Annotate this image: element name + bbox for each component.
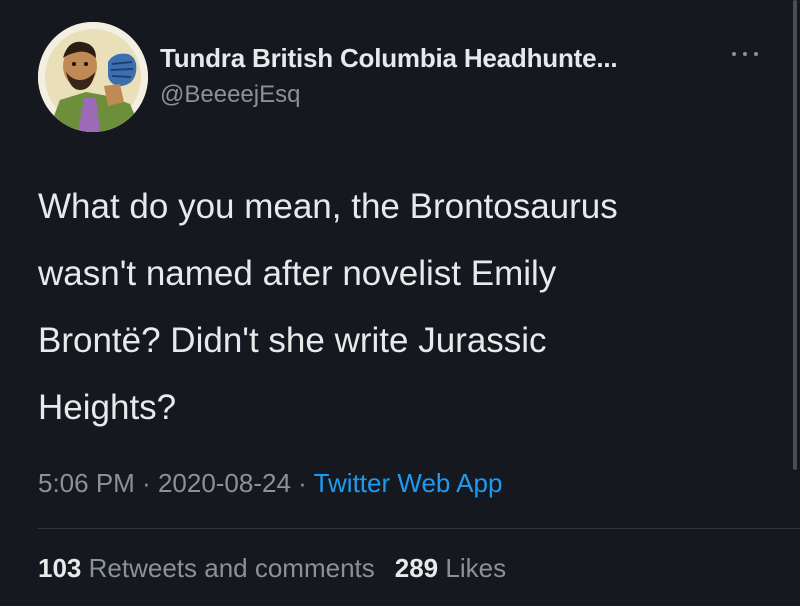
more-options-icon[interactable]	[728, 42, 768, 66]
tweet-text: What do you mean, the Brontosaurus wasn'…	[38, 173, 778, 441]
author-display-name[interactable]: Tundra British Columbia Headhunte...	[160, 43, 618, 74]
retweets-stat[interactable]: 103 Retweets and comments	[38, 553, 375, 583]
tweet-text-line: Brontë? Didn't she write Jurassic	[38, 321, 547, 360]
tweet-metadata: 5:06 PM · 2020-08-24 · Twitter Web App	[38, 468, 502, 499]
author-handle[interactable]: @BeeeejEsq	[160, 81, 300, 109]
meta-separator: ·	[290, 468, 314, 498]
tweet-date[interactable]: 2020-08-24	[158, 468, 291, 498]
tweet-text-line: What do you mean, the Brontosaurus	[38, 187, 618, 226]
avatar[interactable]	[38, 22, 148, 132]
likes-count: 289	[394, 553, 439, 583]
retweets-label: Retweets and comments	[88, 553, 375, 583]
tweet-stats: 103 Retweets and comments 289 Likes	[38, 553, 506, 584]
likes-stat[interactable]: 289 Likes	[395, 553, 506, 583]
retweets-count: 103	[38, 553, 82, 583]
tweet-time[interactable]: 5:06 PM	[38, 468, 135, 498]
scrollbar[interactable]	[793, 0, 797, 470]
tweet-text-line: Heights?	[38, 388, 177, 427]
tweet-source-link[interactable]: Twitter Web App	[314, 468, 503, 498]
tweet-header: Tundra British Columbia Headhunte... @Be…	[38, 20, 768, 132]
divider	[38, 528, 800, 529]
tweet-text-line: wasn't named after novelist Emily	[38, 254, 557, 293]
likes-label: Likes	[445, 553, 507, 583]
tweet-card: Tundra British Columbia Headhunte... @Be…	[0, 0, 800, 606]
cartoon-man-avatar-icon	[38, 22, 148, 132]
meta-separator: ·	[134, 468, 158, 498]
